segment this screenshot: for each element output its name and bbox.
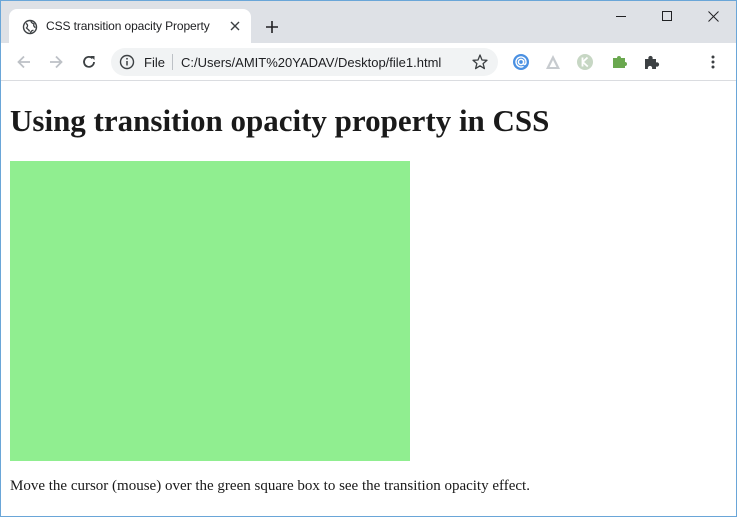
extensions-puzzle-icon[interactable] — [641, 52, 661, 72]
browser-toolbar: File C:/Users/AMIT%20YADAV/Desktop/file1… — [1, 43, 736, 118]
back-icon[interactable] — [12, 50, 36, 74]
page-heading: Using transition opacity property in CSS — [10, 103, 550, 138]
tab-title: CSS transition opacity Property — [46, 19, 210, 33]
green-square-box[interactable] — [10, 161, 410, 461]
instruction-text: Move the cursor (mouse) over the green s… — [10, 478, 530, 494]
menu-kebab-icon[interactable] — [701, 50, 725, 74]
maximize-icon[interactable] — [644, 1, 690, 31]
omnibox-divider — [172, 54, 173, 70]
scheme-label: File — [144, 55, 165, 70]
browser-tab[interactable]: CSS transition opacity Property — [9, 9, 251, 43]
address-bar[interactable]: File C:/Users/AMIT%20YADAV/Desktop/file1… — [111, 48, 498, 76]
extension-at-icon[interactable] — [511, 52, 531, 72]
extension-puzzle-green-icon[interactable] — [609, 52, 629, 72]
tab-close-icon[interactable] — [226, 17, 244, 35]
new-tab-icon[interactable] — [262, 17, 282, 37]
forward-icon[interactable] — [44, 50, 68, 74]
page-content: Using transition opacity property in CSS… — [1, 82, 736, 516]
close-icon[interactable] — [690, 1, 736, 31]
bookmark-star-icon[interactable] — [471, 53, 489, 71]
reload-icon[interactable] — [77, 50, 101, 74]
info-icon[interactable] — [119, 54, 135, 70]
tab-strip: CSS transition opacity Property — [1, 1, 736, 43]
globe-icon — [22, 19, 38, 35]
extension-k-icon[interactable] — [575, 52, 595, 72]
minimize-icon[interactable] — [598, 1, 644, 31]
url-text[interactable]: C:/Users/AMIT%20YADAV/Desktop/file1.html — [181, 55, 441, 70]
extension-triangle-icon[interactable] — [543, 52, 563, 72]
browser-window: CSS transition opacity Property File C:/… — [0, 0, 737, 517]
